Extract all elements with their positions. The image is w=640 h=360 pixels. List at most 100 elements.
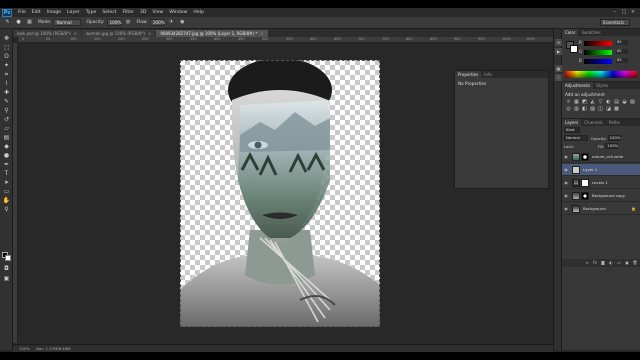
tab-swatches[interactable]: Swatches [578, 29, 603, 36]
flow-field[interactable]: 100% [149, 19, 165, 26]
layer-kind-filter[interactable]: Kind [564, 127, 580, 133]
visibility-eye-icon[interactable]: ◉ [563, 193, 569, 198]
layer-row[interactable]: ◉ nature_cell-wide [562, 151, 640, 163]
properties-icon[interactable]: ▦ [555, 65, 562, 72]
maximize-button[interactable]: □ [620, 9, 628, 15]
photo-filter-icon[interactable]: ▧ [629, 99, 636, 105]
new-layer-icon[interactable]: ▣ [624, 259, 630, 267]
menu-filter[interactable]: Filter [123, 10, 134, 15]
exposure-icon[interactable]: ◭ [589, 99, 596, 105]
type-tool-icon[interactable]: T [2, 170, 11, 177]
new-adjustment-icon[interactable]: ◐ [608, 259, 614, 267]
tab-active-document[interactable]: 908934282747.jpg @ 100% (Layer 1, RGB/8#… [156, 30, 268, 37]
visibility-eye-icon[interactable]: ◉ [563, 167, 569, 172]
move-tool-icon[interactable]: ✥ [2, 35, 11, 42]
actions-icon[interactable]: ▶ [555, 48, 562, 55]
menu-image[interactable]: Image [47, 10, 61, 15]
info-icon[interactable]: i [555, 74, 562, 81]
close-tab-icon[interactable]: × [260, 31, 263, 36]
menu-layer[interactable]: Layer [67, 10, 80, 15]
history-brush-tool-icon[interactable]: ↺ [2, 116, 11, 123]
vibrance-icon[interactable]: ▽ [597, 99, 604, 105]
lasso-tool-icon[interactable]: ʘ [2, 53, 11, 60]
blur-tool-icon[interactable]: ◆ [2, 143, 11, 150]
layer-mask-thumbnail[interactable] [581, 191, 589, 200]
close-tab-icon[interactable]: × [74, 31, 77, 36]
quick-mask-icon[interactable]: ◘ [2, 265, 11, 272]
pressure-size-icon[interactable]: ◉ [179, 19, 186, 26]
clone-stamp-tool-icon[interactable]: ⚲ [2, 107, 11, 114]
gradient-tool-icon[interactable]: ▤ [2, 134, 11, 141]
brightness-icon[interactable]: ☼ [565, 99, 572, 105]
zoom-tool-icon[interactable]: ⚲ [2, 206, 11, 213]
tab-info[interactable]: Info [481, 71, 495, 78]
red-value[interactable]: 85 [616, 40, 628, 45]
tab-styles[interactable]: Styles [593, 82, 611, 89]
menu-select[interactable]: Select [102, 10, 116, 15]
curves-icon[interactable]: ◩ [581, 99, 588, 105]
color-lookup-icon[interactable]: ▥ [573, 106, 580, 112]
visibility-eye-icon[interactable]: ◉ [563, 154, 569, 159]
color-balance-icon[interactable]: ▤ [613, 99, 620, 105]
eraser-tool-icon[interactable]: ▱ [2, 125, 11, 132]
tab-channels[interactable]: Channels [581, 119, 606, 126]
zoom-level[interactable]: 100% [19, 346, 30, 351]
levels-icon[interactable]: ▦ [573, 99, 580, 105]
visibility-eye-icon[interactable]: ◉ [563, 180, 569, 185]
history-icon[interactable]: ⟲ [555, 39, 562, 46]
menu-window[interactable]: Window [169, 10, 187, 15]
add-mask-icon[interactable]: ◙ [600, 259, 606, 267]
color-spectrum[interactable] [565, 71, 637, 78]
screen-mode-icon[interactable]: ▣ [2, 275, 11, 282]
menu-help[interactable]: Help [193, 10, 203, 15]
healing-tool-icon[interactable]: ✚ [2, 89, 11, 96]
menu-file[interactable]: File [18, 10, 26, 15]
opacity-field[interactable]: 100% [106, 19, 121, 26]
red-slider[interactable]: R 85 [579, 40, 628, 46]
hand-tool-icon[interactable]: ✋ [2, 197, 11, 204]
green-value[interactable]: 85 [616, 49, 628, 54]
brush-preset-icon[interactable]: ● [15, 19, 22, 26]
layer-row[interactable]: ◉ Background copy [562, 190, 640, 202]
layer-mask-thumbnail[interactable] [581, 178, 589, 187]
blue-value[interactable]: 85 [616, 58, 628, 63]
tab-properties[interactable]: Properties [455, 71, 482, 78]
crop-tool-icon[interactable]: ⌗ [2, 71, 11, 78]
layer-row[interactable]: ◉ Background 🔒 [562, 203, 640, 215]
marquee-tool-icon[interactable]: ⬚ [2, 44, 11, 51]
layer-row-selected[interactable]: ◉ Layer 1 [562, 164, 640, 176]
channel-mixer-icon[interactable]: ◎ [565, 106, 572, 112]
workspace-select[interactable]: Essentials [600, 19, 630, 26]
pressure-opacity-icon[interactable]: ◍ [125, 19, 132, 26]
layer-style-icon[interactable]: fx [592, 259, 598, 267]
delete-layer-icon[interactable]: 🗑 [632, 259, 638, 267]
new-group-icon[interactable]: ▭ [616, 259, 622, 267]
threshold-icon[interactable]: ◫ [597, 106, 604, 112]
tab-adjustments[interactable]: Adjustments [562, 82, 594, 89]
document-canvas[interactable] [180, 60, 380, 327]
close-window-button[interactable]: × [629, 9, 637, 15]
tab-look[interactable]: look.psd @ 100% (RGB/8*) × [13, 30, 82, 37]
brush-tool-icon[interactable]: ✎ [4, 19, 11, 26]
tab-layers[interactable]: Layers [562, 119, 582, 126]
link-layers-icon[interactable]: ∞ [584, 259, 590, 267]
background-color-swatch[interactable] [5, 255, 11, 261]
tab-color[interactable]: Color [562, 29, 579, 36]
brush-tool-icon[interactable]: ✎ [2, 98, 11, 105]
fill-field[interactable]: 100% [605, 143, 619, 149]
color-background-chip[interactable] [570, 45, 578, 53]
menu-edit[interactable]: Edit [32, 10, 41, 15]
layer-mask-thumbnail[interactable] [581, 152, 589, 161]
pen-tool-icon[interactable]: ✒ [2, 161, 11, 168]
dodge-tool-icon[interactable]: ● [2, 152, 11, 159]
hue-saturation-icon[interactable]: ◐ [605, 99, 612, 105]
path-select-tool-icon[interactable]: ➤ [2, 179, 11, 186]
mode-select[interactable]: Normal [53, 19, 82, 26]
tab-woman[interactable]: woman.jpg @ 100% (RGB/8*) × [82, 30, 156, 37]
invert-icon[interactable]: ◧ [581, 106, 588, 112]
selective-color-icon[interactable]: ▩ [613, 106, 620, 112]
layer-row[interactable]: ◉ ▤ Levels 1 [562, 177, 640, 189]
gradient-map-icon[interactable]: ◪ [605, 106, 612, 112]
layer-opacity-field[interactable]: 100% [607, 135, 621, 141]
menu-type[interactable]: Type [86, 10, 97, 15]
